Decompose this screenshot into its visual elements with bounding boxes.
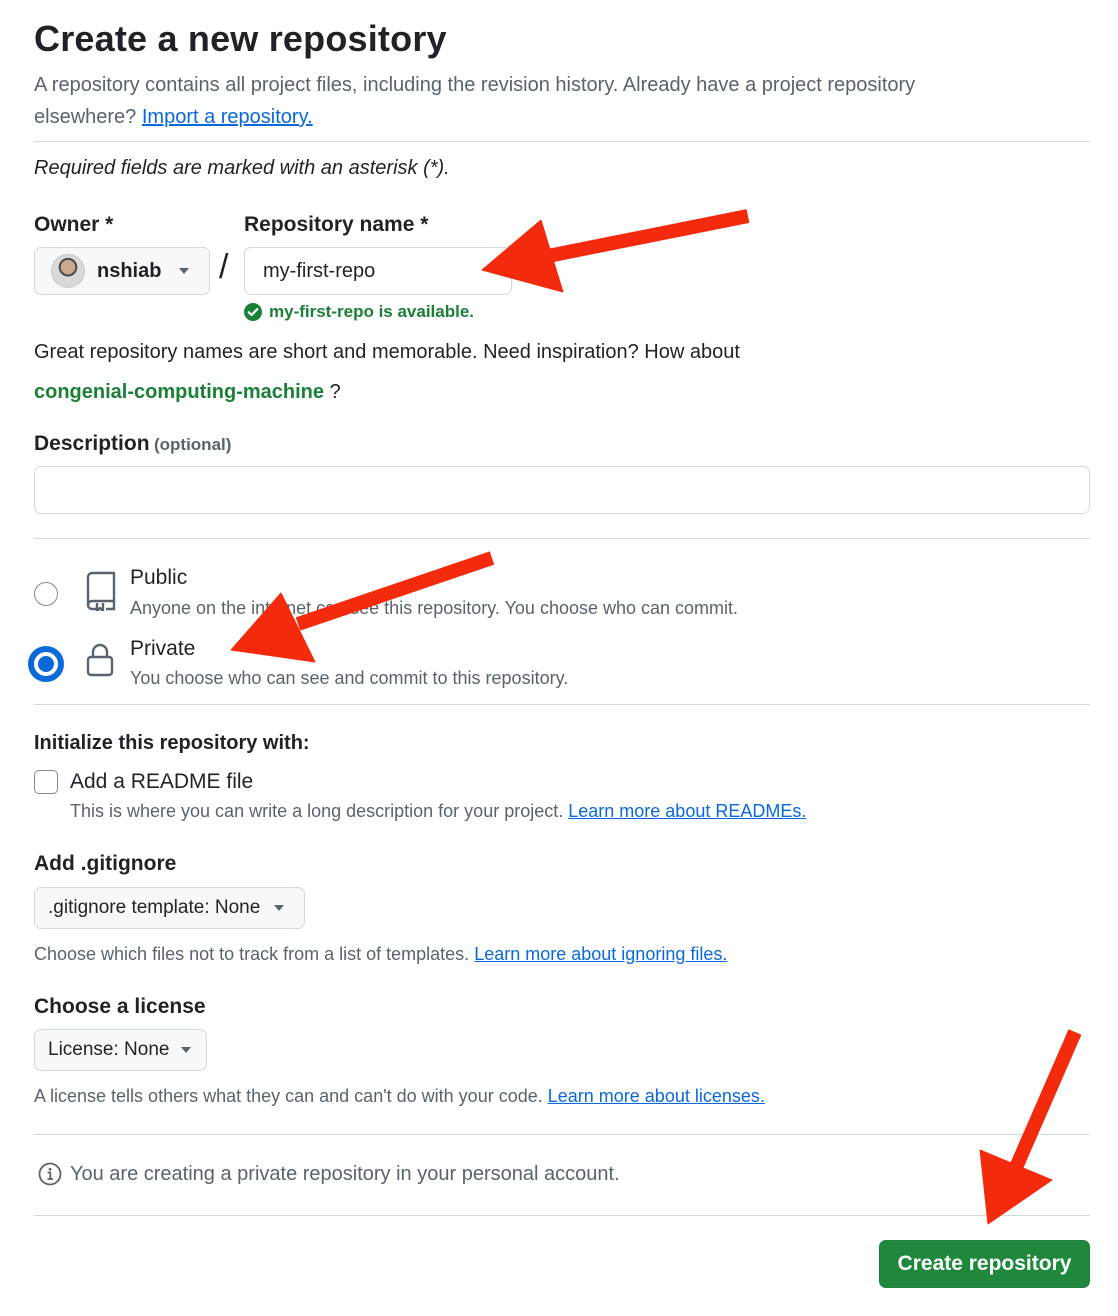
license-description: A license tells others what they can and… <box>34 1086 543 1106</box>
divider <box>34 704 1090 705</box>
description-label-row: Description (optional) <box>34 432 231 456</box>
divider <box>34 1134 1090 1135</box>
readme-description: This is where you can write a long descr… <box>70 801 564 821</box>
gitignore-learn-more-link[interactable]: Learn more about ignoring files. <box>474 944 727 964</box>
caret-down-icon <box>179 268 190 274</box>
avatar <box>51 254 85 288</box>
gitignore-description-row: Choose which files not to track from a l… <box>34 944 727 965</box>
suggestion-line: congenial-computing-machine ? <box>34 381 341 404</box>
divider <box>34 1215 1090 1216</box>
initialize-heading: Initialize this repository with: <box>34 732 310 754</box>
license-select[interactable]: License: None <box>34 1029 207 1071</box>
license-learn-more-link[interactable]: Learn more about licenses. <box>548 1086 765 1106</box>
intro-line-1: A repository contains all project files,… <box>34 74 916 96</box>
description-input[interactable] <box>34 466 1090 514</box>
caret-down-icon <box>181 1047 192 1053</box>
intro-line-2: elsewhere? <box>34 106 137 128</box>
private-notice: You are creating a private repository in… <box>38 1162 620 1186</box>
owner-select[interactable]: nshiab <box>34 247 210 295</box>
owner-value: nshiab <box>97 259 162 282</box>
private-radio[interactable] <box>28 646 64 682</box>
create-repository-button[interactable]: Create repository <box>879 1240 1090 1288</box>
required-note: Required fields are marked with an aster… <box>34 157 450 179</box>
public-description: Anyone on the internet can see this repo… <box>130 598 739 618</box>
repo-name-label: Repository name * <box>244 213 429 236</box>
public-radio[interactable] <box>34 582 58 606</box>
private-title: Private <box>130 637 196 660</box>
license-heading: Choose a license <box>34 995 206 1018</box>
license-select-label: License: None <box>48 1039 170 1060</box>
repo-name-input[interactable]: my-first-repo <box>244 247 512 295</box>
private-description: You choose who can see and commit to thi… <box>130 668 569 688</box>
gitignore-heading: Add .gitignore <box>34 852 177 875</box>
page-title: Create a new repository <box>34 18 447 59</box>
import-repository-link[interactable]: Import a repository. <box>142 106 313 128</box>
readme-learn-more-link[interactable]: Learn more about READMEs. <box>568 801 806 821</box>
description-optional: (optional) <box>153 435 232 454</box>
suggestion-suffix: ? <box>329 381 341 403</box>
license-description-row: A license tells others what they can and… <box>34 1086 765 1107</box>
divider <box>34 538 1090 539</box>
page-intro: A repository contains all project files,… <box>34 69 1094 133</box>
description-label: Description <box>34 432 150 455</box>
public-title: Public <box>130 566 188 589</box>
annotation-arrow <box>979 1029 1082 1225</box>
suggestion-text: Great repository names are short and mem… <box>34 341 740 363</box>
caret-down-icon <box>274 905 285 911</box>
divider <box>34 141 1090 142</box>
suggested-name-link[interactable]: congenial-computing-machine <box>34 381 324 403</box>
gitignore-description: Choose which files not to track from a l… <box>34 944 470 964</box>
gitignore-select-label: .gitignore template: None <box>48 897 261 918</box>
radio-dot <box>38 656 54 672</box>
availability-message: my-first-repo is available. <box>244 302 474 322</box>
gitignore-select[interactable]: .gitignore template: None <box>34 887 305 929</box>
readme-description-row: This is where you can write a long descr… <box>70 801 806 822</box>
private-notice-text: You are creating a private repository in… <box>70 1162 620 1185</box>
info-icon <box>38 1162 62 1186</box>
repo-name-value: my-first-repo <box>263 259 376 282</box>
lock-icon <box>86 643 114 677</box>
owner-label: Owner * <box>34 213 114 236</box>
readme-label[interactable]: Add a README file <box>70 770 253 794</box>
owner-repo-separator: / <box>219 248 229 286</box>
readme-checkbox[interactable] <box>34 770 58 794</box>
availability-text: my-first-repo is available. <box>269 302 475 321</box>
annotation-arrow <box>481 209 750 293</box>
check-circle-icon <box>244 303 262 321</box>
repo-icon <box>86 571 116 611</box>
